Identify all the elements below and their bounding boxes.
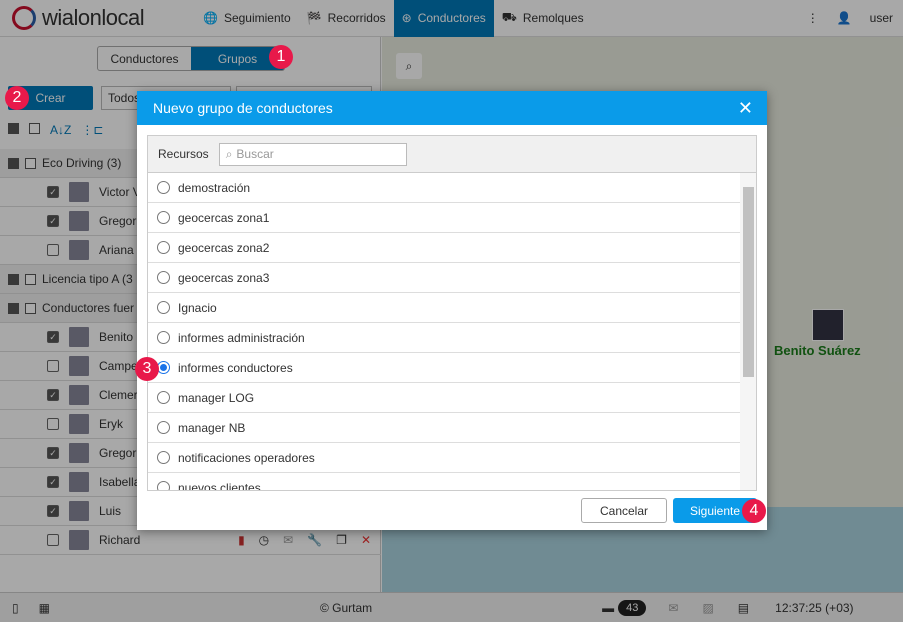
search-input[interactable]: ⌕ Buscar	[218, 142, 407, 166]
item-label: demostración	[178, 180, 251, 195]
resource-list: demostración geocercas zona1 geocercas z…	[148, 173, 756, 490]
close-icon[interactable]: ✕	[738, 98, 753, 119]
radio[interactable]	[157, 301, 170, 314]
list-item[interactable]: manager LOG	[148, 383, 740, 413]
list-item[interactable]: manager NB	[148, 413, 740, 443]
scrollbar-thumb[interactable]	[743, 187, 754, 377]
list-item[interactable]: geocercas zona3	[148, 263, 740, 293]
list-item[interactable]: notificaciones operadores	[148, 443, 740, 473]
resource-selector: Recursos ⌕ Buscar demostración geocercas …	[147, 135, 757, 491]
new-group-dialog: Nuevo grupo de conductores ✕ Recursos ⌕ Bu…	[137, 91, 767, 530]
radio[interactable]	[157, 211, 170, 224]
item-label: geocercas zona1	[178, 210, 270, 225]
item-label: manager LOG	[178, 390, 255, 405]
item-label: informes administración	[178, 330, 305, 345]
radio[interactable]	[157, 391, 170, 404]
radio[interactable]	[157, 481, 170, 490]
radio[interactable]	[157, 241, 170, 254]
search-placeholder: Buscar	[236, 147, 274, 161]
list-item[interactable]: demostración	[148, 173, 740, 203]
item-label: informes conductores	[178, 360, 293, 375]
item-label: Ignacio	[178, 300, 217, 315]
scrollbar[interactable]	[740, 173, 756, 490]
radio[interactable]	[157, 421, 170, 434]
item-label: manager NB	[178, 420, 246, 435]
radio[interactable]	[157, 271, 170, 284]
step-marker-4: 4	[742, 499, 766, 523]
list-item[interactable]: nuevos clientes	[148, 473, 740, 490]
item-label: geocercas zona2	[178, 240, 270, 255]
dialog-header: Nuevo grupo de conductores ✕	[137, 91, 767, 125]
list-item[interactable]: informes administración	[148, 323, 740, 353]
resource-toolbar: Recursos ⌕ Buscar	[148, 136, 756, 173]
step-marker-1: 1	[269, 45, 293, 69]
step-marker-2: 2	[5, 86, 29, 110]
resources-label: Recursos	[158, 147, 209, 161]
item-label: nuevos clientes	[178, 480, 261, 491]
radio[interactable]	[157, 331, 170, 344]
item-label: geocercas zona3	[178, 270, 270, 285]
radio[interactable]	[157, 181, 170, 194]
search-icon: ⌕	[225, 146, 233, 161]
list-item[interactable]: informes conductores	[148, 353, 740, 383]
item-label: notificaciones operadores	[178, 450, 315, 465]
dialog-title: Nuevo grupo de conductores	[153, 100, 333, 116]
step-marker-3: 3	[135, 357, 159, 381]
list-item[interactable]: geocercas zona1	[148, 203, 740, 233]
list-item[interactable]: Ignacio	[148, 293, 740, 323]
cancel-button[interactable]: Cancelar	[581, 498, 667, 523]
list-item[interactable]: geocercas zona2	[148, 233, 740, 263]
radio[interactable]	[157, 451, 170, 464]
